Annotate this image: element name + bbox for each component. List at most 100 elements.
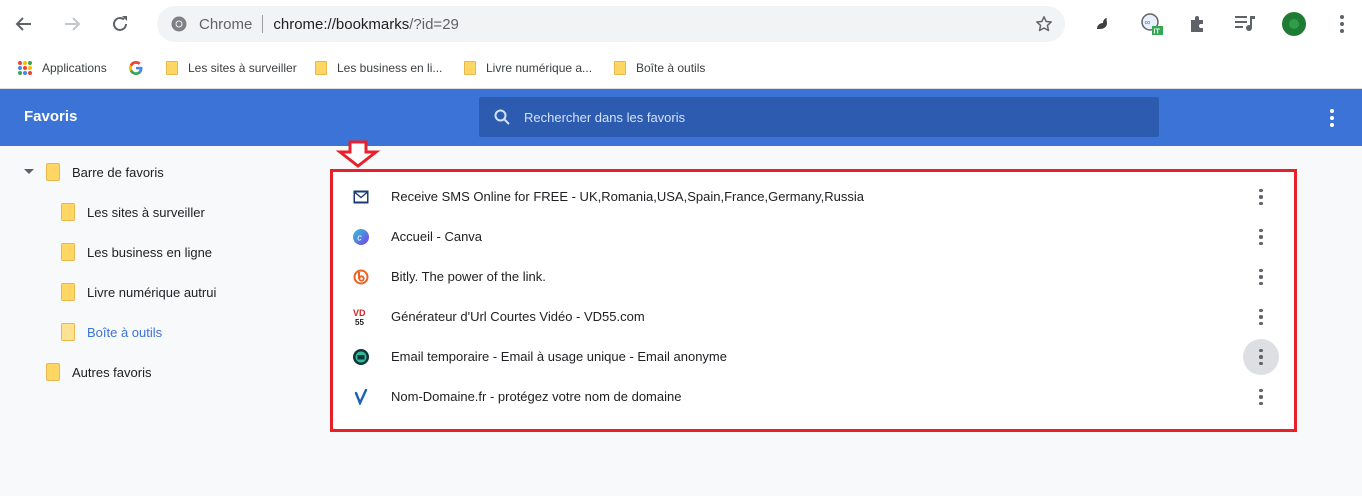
menu-dot: [1259, 268, 1263, 273]
folder-icon: [315, 61, 327, 75]
chrome-menu-icon[interactable]: [1330, 12, 1354, 36]
forward-arrow-icon: [65, 17, 81, 31]
menu-dot: [1259, 395, 1263, 399]
more-actions-button[interactable]: [1243, 219, 1279, 255]
media-controls-icon[interactable]: [1233, 12, 1257, 36]
more-actions-button[interactable]: [1243, 259, 1279, 295]
google-g-icon: [129, 61, 143, 75]
folder-icon: [166, 61, 178, 75]
tree-item-label: Barre de favoris: [72, 164, 164, 180]
menu-dot: [1259, 348, 1263, 353]
site-name: Chrome: [199, 15, 253, 33]
bookmark-apps-label: Applications: [42, 61, 107, 75]
folder-icon: [61, 203, 75, 221]
bookmark-google[interactable]: [128, 58, 144, 78]
forward-button[interactable]: [56, 8, 88, 40]
back-button[interactable]: [8, 8, 40, 40]
tree-item-bookmarks-bar[interactable]: Barre de favoris: [46, 160, 164, 184]
extensions-puzzle-icon[interactable]: [1186, 12, 1210, 36]
bookmark-folder-2[interactable]: Les business en li...: [315, 58, 442, 78]
url-path: /?id=29: [409, 15, 459, 33]
sms-mail-icon: [353, 189, 369, 205]
folder-icon: [46, 363, 60, 381]
bookmark-folder-label: Les business en li...: [337, 61, 443, 75]
menu-dot: [1259, 401, 1263, 406]
expand-caret-icon[interactable]: [24, 169, 34, 174]
extension-infinity-it-icon[interactable]: ∞ IT: [1140, 12, 1164, 36]
canva-icon: c: [353, 229, 369, 245]
apps-grid-icon: [18, 61, 32, 75]
folder-icon: [46, 163, 60, 181]
temp-mail-icon: [353, 349, 369, 365]
folder-icon: [61, 243, 75, 261]
bookmark-row[interactable]: Nom-Domaine.fr - protégez votre nom de d…: [334, 377, 1293, 417]
more-actions-button[interactable]: [1243, 179, 1279, 215]
bookmark-row[interactable]: Bitly. The power of the link.: [334, 257, 1293, 297]
search-placeholder: Rechercher dans les favoris: [524, 109, 686, 125]
organize-menu-button[interactable]: [1320, 108, 1344, 128]
more-actions-button[interactable]: [1243, 379, 1279, 415]
bookmark-folder-label: Livre numérique a...: [486, 61, 593, 75]
menu-dot: [1330, 123, 1334, 127]
menu-dot: [1259, 388, 1263, 393]
svg-text:55: 55: [355, 318, 364, 326]
tree-item-sites-surveiller[interactable]: Les sites à surveiller: [61, 200, 205, 224]
menu-dot: [1259, 241, 1263, 246]
bookmark-title: Nom-Domaine.fr - protégez votre nom de d…: [391, 389, 682, 404]
bookmark-apps[interactable]: Applications: [18, 58, 107, 78]
svg-text:VD: VD: [353, 308, 366, 318]
bookmark-row[interactable]: c Accueil - Canva: [334, 217, 1293, 257]
bookmark-title: Receive SMS Online for FREE - UK,Romania…: [391, 189, 864, 204]
menu-dot: [1259, 188, 1263, 193]
more-actions-button[interactable]: [1243, 339, 1279, 375]
omnibox-separator: [262, 15, 264, 33]
reload-icon: [113, 16, 127, 31]
menu-dot: [1259, 195, 1263, 199]
chrome-logo-icon: [171, 16, 187, 32]
tree-item-label: Livre numérique autrui: [87, 284, 217, 300]
tree-item-business-en-ligne[interactable]: Les business en ligne: [61, 240, 212, 264]
bookmark-row[interactable]: Receive SMS Online for FREE - UK,Romania…: [334, 177, 1293, 217]
bookmark-title: Accueil - Canva: [391, 229, 483, 244]
nom-domaine-icon: [353, 389, 369, 405]
bookmark-folder-label: Les sites à surveiller: [188, 61, 297, 75]
bookmarks-header: Favoris Rechercher dans les favoris: [0, 89, 1362, 146]
menu-dot: [1259, 281, 1263, 286]
menu-dot: [1259, 275, 1263, 279]
address-bar[interactable]: Chrome chrome://bookmarks/?id=29: [157, 6, 1065, 42]
bookmark-star-icon[interactable]: [1035, 15, 1053, 33]
more-actions-button[interactable]: [1243, 299, 1279, 335]
bookmark-folder-4[interactable]: Boîte à outils: [614, 58, 705, 78]
svg-text:IT: IT: [1154, 29, 1161, 36]
folder-icon: [614, 61, 626, 75]
menu-dot: [1259, 315, 1263, 319]
bookmark-title: Générateur d'Url Courtes Vidéo - VD55.co…: [391, 309, 645, 324]
page-title: Favoris: [24, 108, 78, 125]
tree-item-autres-favoris[interactable]: Autres favoris: [46, 360, 151, 384]
folder-icon: [464, 61, 476, 75]
tree-item-livre-numerique[interactable]: Livre numérique autrui: [61, 280, 216, 304]
svg-text:c: c: [357, 233, 362, 243]
bookmark-folder-1[interactable]: Les sites à surveiller: [166, 58, 297, 78]
bookmark-row[interactable]: Email temporaire - Email à usage unique …: [334, 337, 1293, 377]
bookmark-folder-3[interactable]: Livre numérique a...: [464, 58, 592, 78]
bookmark-folder-label: Boîte à outils: [636, 61, 706, 75]
bookmark-title: Bitly. The power of the link.: [391, 269, 546, 284]
menu-dot: [1259, 201, 1263, 206]
svg-text:∞: ∞: [1145, 18, 1151, 27]
folder-icon: [61, 283, 75, 301]
bookmarks-bar: Applications Les sites à surveiller Les …: [0, 48, 1362, 89]
profile-avatar-icon[interactable]: [1282, 12, 1306, 36]
menu-dot: [1259, 308, 1263, 313]
search-bookmarks-input[interactable]: Rechercher dans les favoris: [479, 97, 1159, 137]
reload-button[interactable]: [104, 8, 136, 40]
extension-squirrel-icon[interactable]: [1090, 12, 1114, 36]
bookmark-title: Email temporaire - Email à usage unique …: [391, 349, 727, 364]
bookmark-row[interactable]: VD 55 Générateur d'Url Courtes Vidéo - VD…: [334, 297, 1293, 337]
menu-dot: [1259, 355, 1263, 359]
tree-item-boite-a-outils[interactable]: Boîte à outils: [61, 320, 162, 344]
tree-item-label: Autres favoris: [72, 364, 152, 380]
tree-item-label: Boîte à outils: [87, 324, 163, 340]
tree-item-label: Les business en ligne: [87, 244, 213, 260]
menu-dot: [1259, 235, 1263, 239]
